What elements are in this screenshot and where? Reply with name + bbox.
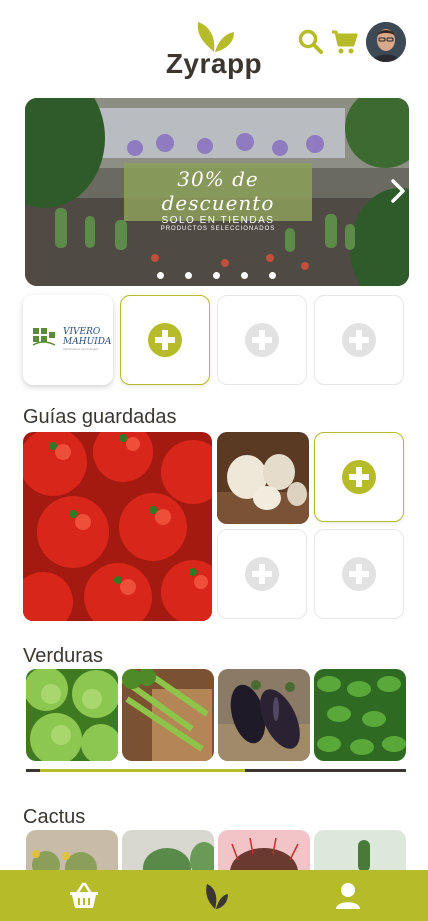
cactus-image-3 <box>218 830 310 870</box>
horizontal-scrollbar-thumb[interactable] <box>40 769 245 772</box>
mint-image <box>314 669 406 761</box>
cactus-image-4 <box>314 830 406 870</box>
user-icon[interactable] <box>333 882 363 910</box>
vegetable-card-mint[interactable] <box>314 669 406 761</box>
search-icon[interactable] <box>297 28 325 56</box>
user-avatar[interactable] <box>366 22 406 62</box>
bottom-navigation <box>0 870 428 921</box>
leaf-icon[interactable] <box>200 882 230 910</box>
avatar-photo <box>366 22 406 62</box>
plus-circle-icon <box>148 323 182 357</box>
partner-tagline: Naturaleza en tu hogar <box>63 347 99 351</box>
cart-icon[interactable] <box>330 28 358 56</box>
partner-tile-vivero-mahuida[interactable]: VIVERO MAHUIDA Naturaleza en tu hogar <box>23 295 113 385</box>
cactus-card-2[interactable] <box>122 830 214 870</box>
guide-card-tomato[interactable] <box>23 432 212 621</box>
partner-name: VIVERO MAHUIDA Naturaleza en tu hogar <box>63 327 111 352</box>
tomato-image <box>23 432 212 621</box>
cactus-card-1[interactable] <box>26 830 118 870</box>
carousel-dot[interactable] <box>241 272 248 279</box>
carousel-dot[interactable] <box>269 272 276 279</box>
promo-headline: 30% de descuento <box>161 167 275 215</box>
partner-name-line1: VIVERO <box>63 327 101 337</box>
lettuce-image <box>26 669 118 761</box>
vegetable-card-celery[interactable] <box>122 669 214 761</box>
add-guide-button[interactable] <box>314 432 404 522</box>
plus-circle-icon <box>342 323 376 357</box>
header: Zyrapp <box>0 0 428 90</box>
add-partner-slot[interactable] <box>314 295 404 385</box>
cactus-card-4[interactable] <box>314 830 406 870</box>
eggplant-image <box>218 669 310 761</box>
guide-card-garlic[interactable] <box>217 432 309 524</box>
plus-circle-icon <box>342 557 376 591</box>
vegetable-card-lettuce[interactable] <box>26 669 118 761</box>
carousel-dot[interactable] <box>213 272 220 279</box>
cactus-image-1 <box>26 830 118 870</box>
partner-name-line2: MAHUIDA <box>63 337 112 347</box>
promo-small-text: PRODUCTOS SELECCIONADOS <box>160 226 276 232</box>
vegetable-card-eggplant[interactable] <box>218 669 310 761</box>
basket-icon[interactable] <box>69 882 99 910</box>
chevron-right-icon[interactable] <box>386 176 409 206</box>
cactus-card-3[interactable] <box>218 830 310 870</box>
carousel-dot[interactable] <box>157 272 164 279</box>
plus-circle-icon <box>342 460 376 494</box>
carousel-dots <box>0 272 428 282</box>
section-title-vegetables: Verduras <box>23 645 104 667</box>
add-partner-slot[interactable] <box>217 295 307 385</box>
plus-circle-icon <box>245 557 279 591</box>
cactus-image-2 <box>122 830 214 870</box>
add-guide-slot[interactable] <box>314 529 404 619</box>
carousel-dot[interactable] <box>185 272 192 279</box>
garlic-image <box>217 432 309 524</box>
section-title-cactus: Cactus <box>23 806 86 828</box>
add-guide-slot[interactable] <box>217 529 307 619</box>
add-partner-button[interactable] <box>120 295 210 385</box>
celery-image <box>122 669 214 761</box>
plus-circle-icon <box>245 323 279 357</box>
promo-subline: SOLO EN TIENDAS <box>161 215 275 226</box>
promo-box: 30% de descuento SOLO EN TIENDAS PRODUCT… <box>124 163 312 232</box>
app-logo[interactable]: Zyrapp <box>164 18 264 82</box>
promo-banner[interactable]: 30% de descuento SOLO EN TIENDAS PRODUCT… <box>25 98 409 286</box>
section-title-saved-guides: Guías guardadas <box>23 406 177 428</box>
app-name: Zyrapp <box>165 48 263 79</box>
